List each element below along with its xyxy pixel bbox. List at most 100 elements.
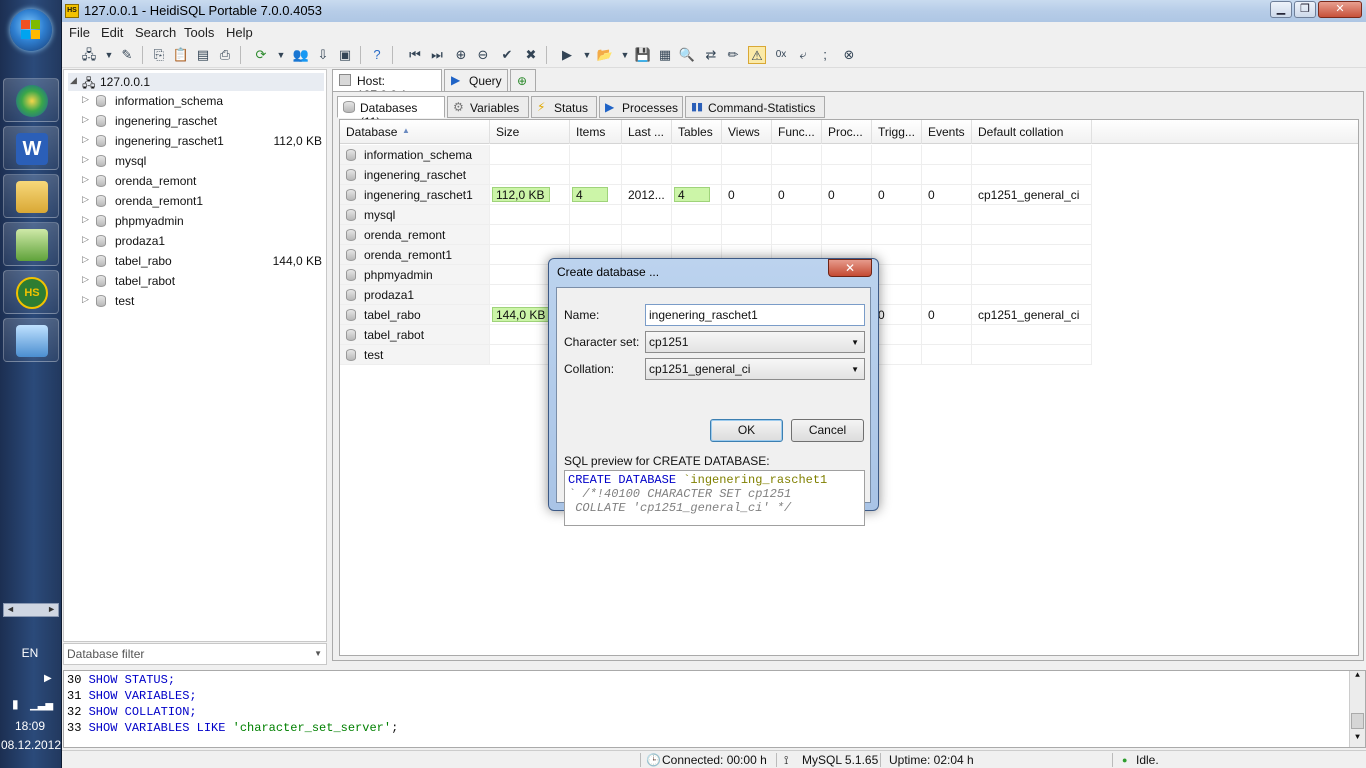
database-name-cell[interactable]: orenda_remont [340, 225, 490, 245]
table-cell[interactable] [872, 285, 922, 305]
table-cell[interactable] [722, 145, 772, 165]
expand-icon[interactable]: ▷ [82, 154, 89, 165]
column-header[interactable]: Events [922, 120, 972, 144]
table-cell[interactable] [872, 345, 922, 365]
table-cell[interactable]: 4 [570, 185, 622, 205]
database-name-cell[interactable]: information_schema [340, 145, 490, 165]
semicolon-icon[interactable]: ; [816, 46, 834, 64]
table-cell[interactable] [490, 165, 570, 185]
app-icon[interactable]: HS [65, 4, 79, 18]
session-dropdown-icon[interactable]: ▼ [100, 46, 118, 64]
paste-icon[interactable]: 📋 [172, 46, 190, 64]
table-cell[interactable] [722, 225, 772, 245]
table-cell[interactable] [570, 225, 622, 245]
expand-icon[interactable]: ▷ [82, 134, 89, 145]
table-cell[interactable] [972, 225, 1092, 245]
cancel-button[interactable]: Cancel [791, 419, 864, 442]
chevron-down-icon[interactable]: ▼ [314, 649, 322, 658]
table-cell[interactable]: 4 [672, 185, 722, 205]
tab-query[interactable]: ▶ Query [444, 69, 508, 91]
table-cell[interactable] [922, 205, 972, 225]
column-header[interactable]: Proc... [822, 120, 872, 144]
database-name-cell[interactable]: prodaza1 [340, 285, 490, 305]
table-cell[interactable] [570, 205, 622, 225]
expand-icon[interactable]: ▷ [82, 94, 89, 105]
load-sql-icon[interactable]: 📂 [596, 46, 614, 64]
close-button[interactable]: ✕ [1318, 1, 1362, 18]
last-icon[interactable]: ⏭ [428, 46, 446, 64]
tray-icons[interactable]: ▮ ▁▃▅ [12, 697, 53, 711]
binary-icon[interactable]: 0x [772, 46, 790, 64]
menu-search[interactable]: Search [135, 25, 176, 40]
table-cell[interactable] [722, 165, 772, 185]
tree-item[interactable]: ▷ mysql [64, 151, 326, 171]
expand-icon[interactable]: ▷ [82, 234, 89, 245]
table-cell[interactable] [972, 205, 1092, 225]
dialog-close-button[interactable]: ✕ [828, 259, 872, 277]
table-cell[interactable] [872, 165, 922, 185]
title-bar[interactable]: HS 127.0.0.1 - HeidiSQL Portable 7.0.0.4… [62, 0, 1366, 22]
sql-preview[interactable]: CREATE DATABASE `ingenering_raschet1 ` /… [564, 470, 865, 526]
column-header[interactable]: Trigg... [872, 120, 922, 144]
table-cell[interactable] [822, 205, 872, 225]
table-cell[interactable] [722, 205, 772, 225]
table-cell[interactable] [622, 145, 672, 165]
first-icon[interactable]: ⏮ [406, 46, 424, 64]
table-cell[interactable] [872, 205, 922, 225]
database-name-cell[interactable]: mysql [340, 205, 490, 225]
table-cell[interactable] [972, 165, 1092, 185]
tab-processes[interactable]: ▶ Processes [599, 96, 683, 118]
minimize-button[interactable]: ▁ [1270, 1, 1292, 18]
tab-variables[interactable]: ⚙ Variables [447, 96, 529, 118]
table-cell[interactable] [922, 245, 972, 265]
menu-edit[interactable]: Edit [101, 25, 123, 40]
taskbar-app-explorer[interactable] [3, 174, 59, 218]
table-cell[interactable] [922, 145, 972, 165]
ok-button[interactable]: OK [710, 419, 783, 442]
table-cell[interactable] [972, 325, 1092, 345]
table-cell[interactable] [872, 225, 922, 245]
import-icon[interactable]: ⇩ [314, 46, 332, 64]
charset-select[interactable]: cp1251 ▼ [645, 331, 865, 353]
table-cell[interactable] [772, 145, 822, 165]
table-cell[interactable] [822, 225, 872, 245]
column-header[interactable]: Items [570, 120, 622, 144]
table-cell[interactable] [972, 245, 1092, 265]
taskbar-app-heidisql[interactable]: HS [3, 270, 59, 314]
scroll-left-icon[interactable]: ◄ [6, 604, 15, 614]
refresh-icon[interactable]: ⟳ [252, 46, 270, 64]
expand-icon[interactable]: ▷ [82, 274, 89, 285]
name-field[interactable]: ingenering_raschet1 [645, 304, 865, 326]
table-cell[interactable] [922, 285, 972, 305]
column-header[interactable]: Views [722, 120, 772, 144]
table-cell[interactable] [922, 265, 972, 285]
tree-item[interactable]: ▷ tabel_rabot [64, 271, 326, 291]
tree-item[interactable]: ▷ tabel_rabo 144,0 KB [64, 251, 326, 271]
tree-item[interactable]: ▷ prodaza1 [64, 231, 326, 251]
table-cell[interactable] [772, 205, 822, 225]
database-name-cell[interactable]: ingenering_raschet [340, 165, 490, 185]
stop-icon[interactable]: ⊗ [840, 46, 858, 64]
run-dropdown-icon[interactable]: ▼ [578, 46, 596, 64]
language-indicator[interactable]: EN [0, 646, 60, 660]
table-cell[interactable] [672, 145, 722, 165]
warning-icon[interactable]: ⚠ [748, 46, 766, 64]
start-button[interactable] [10, 9, 52, 51]
table-cell[interactable] [772, 165, 822, 185]
table-cell[interactable]: 2012... [622, 185, 672, 205]
table-cell[interactable] [490, 205, 570, 225]
table-cell[interactable] [972, 285, 1092, 305]
expand-icon[interactable]: ▷ [82, 174, 89, 185]
table-cell[interactable]: 0 [872, 305, 922, 325]
signal-icon[interactable]: ▁▃▅ [30, 700, 53, 711]
table-cell[interactable] [490, 145, 570, 165]
menu-tools[interactable]: Tools [184, 25, 214, 40]
find-icon[interactable]: 🔍 [678, 46, 696, 64]
delete-row-icon[interactable]: ⊖ [474, 46, 492, 64]
scroll-right-icon[interactable]: ► [47, 604, 56, 614]
table-cell[interactable] [672, 165, 722, 185]
database-name-cell[interactable]: tabel_rabo [340, 305, 490, 325]
table-cell[interactable]: cp1251_general_ci [972, 185, 1092, 205]
scroll-thumb[interactable] [1351, 713, 1364, 729]
table-row[interactable]: ingenering_raschet1 112,0 KB 4 2012... 4 0 0 0 0… [340, 185, 1358, 205]
